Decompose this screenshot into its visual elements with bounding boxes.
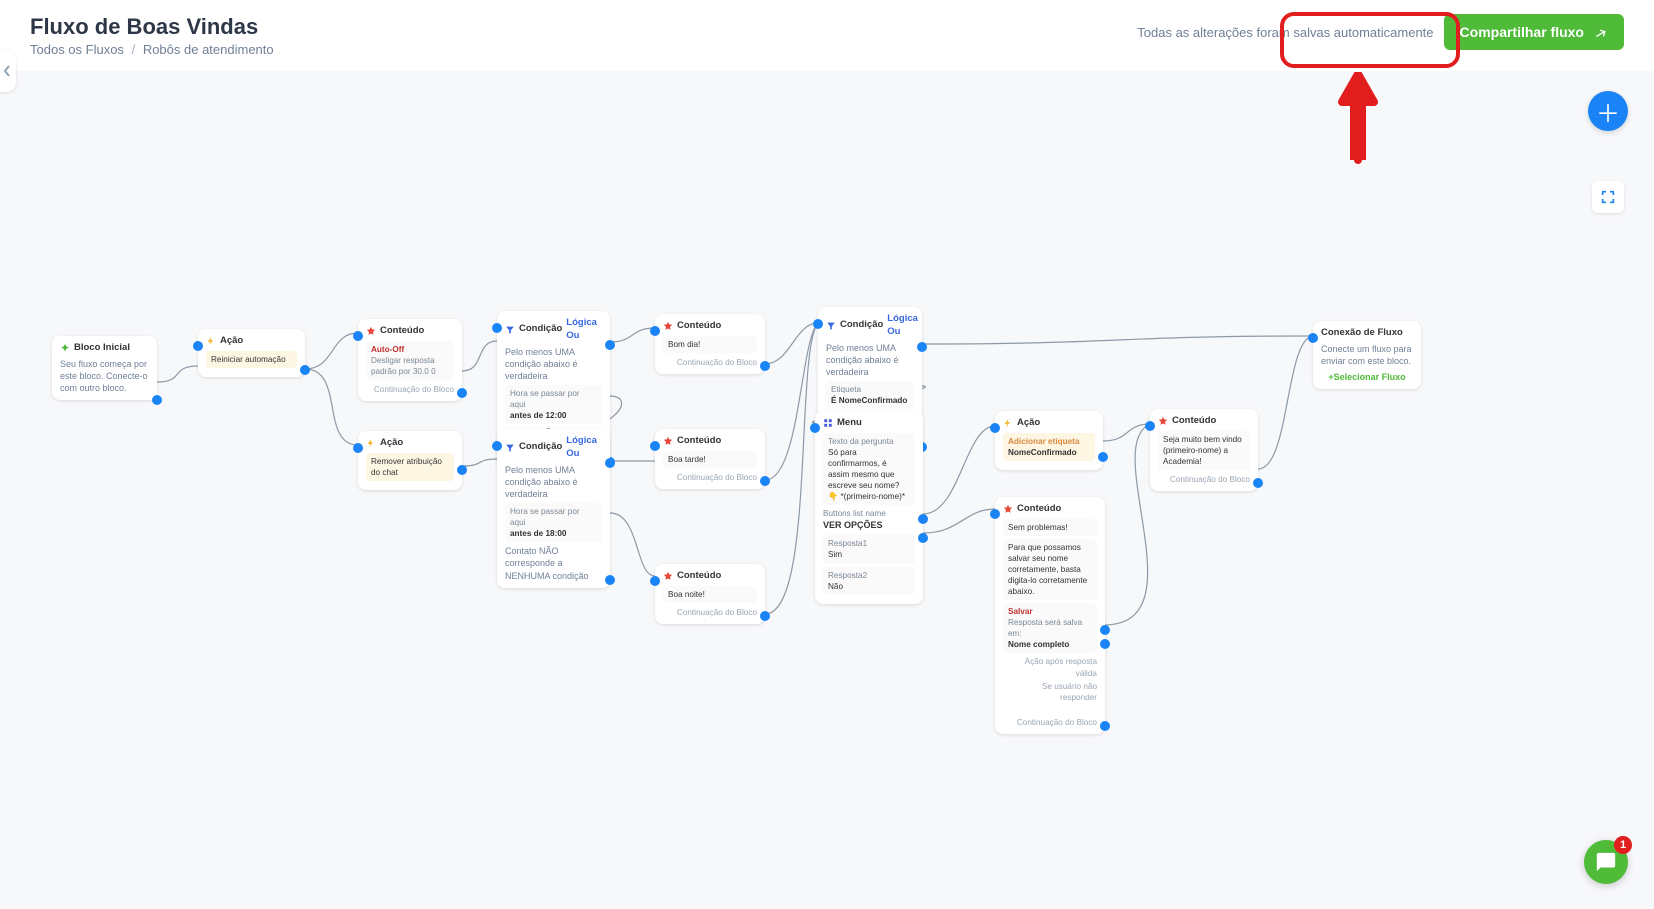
star-icon: [663, 571, 673, 581]
node-flow-connection[interactable]: Conexão de Fluxo Conecte um fluxo para e…: [1313, 321, 1421, 389]
breadcrumb-link-all[interactable]: Todos os Fluxos: [30, 42, 124, 57]
menu-icon: [823, 418, 833, 428]
bolt-icon: [1003, 418, 1013, 428]
node-menu[interactable]: Menu Texto da perguntaSó para confirmarm…: [815, 411, 923, 604]
node-content-problem[interactable]: Conteúdo Sem problemas! Para que possamo…: [995, 497, 1105, 734]
fullscreen-icon: [1600, 189, 1616, 205]
star-icon: [663, 321, 673, 331]
save-status: Todas as alterações foram salvas automat…: [1137, 25, 1433, 40]
header: Fluxo de Boas Vindas Todos os Fluxos / R…: [0, 0, 1654, 71]
node-content-bomdia[interactable]: Conteúdo Bom dia! Continuação do Bloco: [655, 314, 765, 374]
breadcrumb: Todos os Fluxos / Robôs de atendimento: [30, 42, 274, 57]
header-left: Fluxo de Boas Vindas Todos os Fluxos / R…: [30, 14, 274, 57]
select-flow-button[interactable]: +Selecionar Fluxo: [1321, 371, 1413, 383]
node-content-boatarde[interactable]: Conteúdo Boa tarde! Continuação do Bloco: [655, 429, 765, 489]
star-icon: [1158, 416, 1168, 426]
share-flow-button[interactable]: Compartilhar fluxo: [1444, 14, 1624, 50]
node-action-restart[interactable]: Ação Reiniciar automação: [198, 329, 305, 377]
star-icon: [366, 326, 376, 336]
fullscreen-button[interactable]: [1592, 181, 1624, 213]
node-content-boanoite[interactable]: Conteúdo Boa noite! Continuação do Bloco: [655, 564, 765, 624]
node-condition-2[interactable]: CondiçãoLógica Ou Pelo menos UMA condiçã…: [497, 429, 610, 588]
node-action-remove[interactable]: Ação Remover atribuição do chat: [358, 431, 462, 490]
chat-button[interactable]: 1: [1584, 840, 1628, 884]
header-right: Todas as alterações foram salvas automat…: [1137, 14, 1624, 50]
page-title: Fluxo de Boas Vindas: [30, 14, 274, 40]
node-action-addtag[interactable]: Ação Adicionar etiquetaNomeConfirmado: [995, 411, 1103, 470]
filter-icon: [505, 443, 515, 453]
filter-icon: [826, 321, 836, 331]
add-node-fab[interactable]: ＋: [1588, 91, 1628, 131]
share-icon: [1592, 24, 1608, 40]
flow-canvas[interactable]: Bloco Inicial Seu fluxo começa por este …: [0, 71, 1654, 909]
star-icon: [1003, 504, 1013, 514]
breadcrumb-current: Robôs de atendimento: [143, 42, 274, 57]
rocket-icon: [60, 343, 70, 353]
bolt-icon: [206, 336, 216, 346]
bolt-icon: [366, 438, 376, 448]
filter-icon: [505, 325, 515, 335]
node-initial[interactable]: Bloco Inicial Seu fluxo começa por este …: [52, 336, 157, 400]
node-content-autooff[interactable]: Conteúdo Auto-OffDesligar resposta padrã…: [358, 319, 462, 401]
node-content-welcome[interactable]: Conteúdo Seja muito bem vindo (primeiro-…: [1150, 409, 1258, 491]
star-icon: [663, 436, 673, 446]
chat-icon: [1595, 851, 1617, 873]
chat-badge: 1: [1614, 836, 1632, 854]
